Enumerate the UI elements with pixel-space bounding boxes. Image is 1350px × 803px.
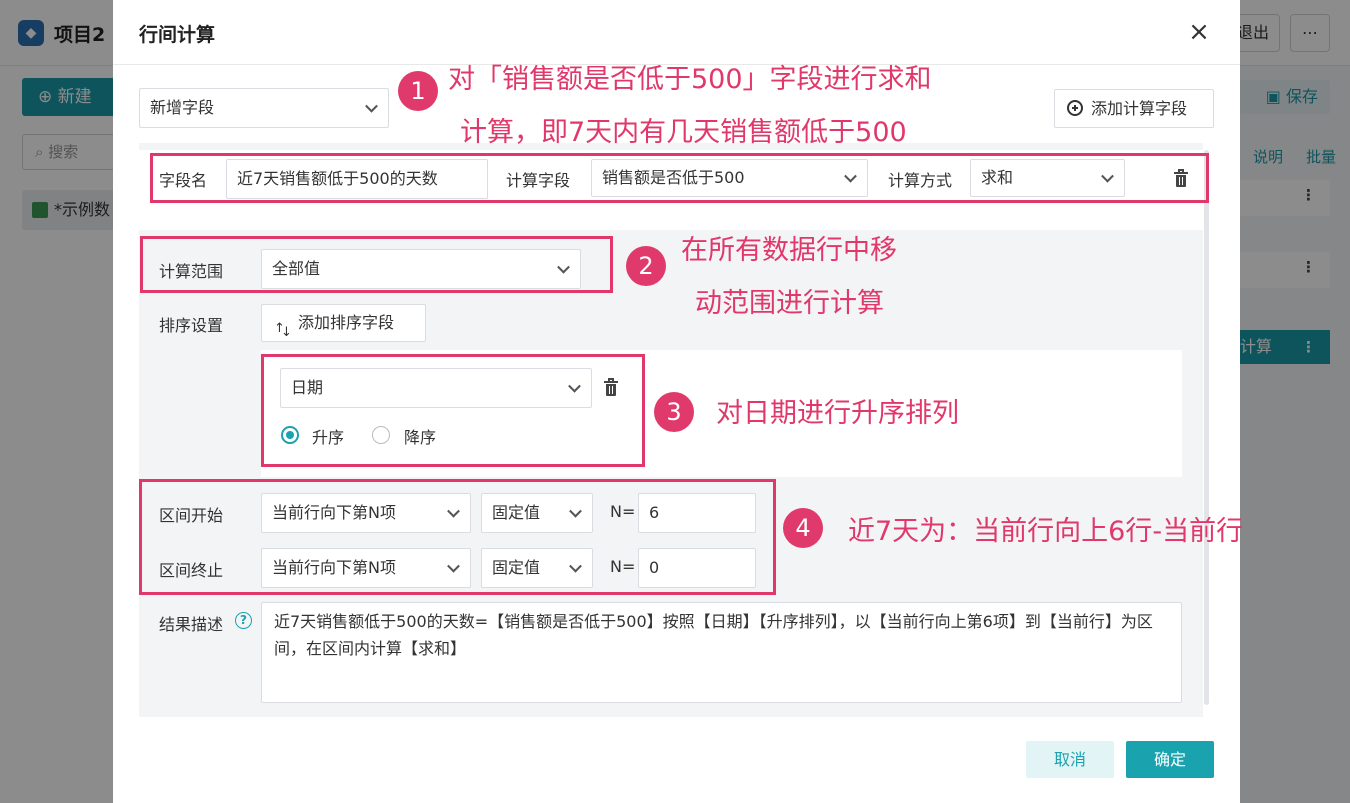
calc-method-label: 计算方式 bbox=[888, 171, 953, 190]
chevron-down-icon bbox=[447, 559, 460, 573]
panel-scrollbar[interactable] bbox=[1204, 150, 1209, 705]
interval-end-label: 区间终止 bbox=[159, 561, 224, 580]
interval-start-direction-select[interactable]: 当前行向下第N项 bbox=[261, 493, 471, 533]
annotation-note-2a: 在所有数据行中移 bbox=[681, 235, 897, 266]
cancel-button[interactable]: 取消 bbox=[1026, 741, 1114, 778]
chevron-down-icon bbox=[557, 260, 570, 274]
confirm-button[interactable]: 确定 bbox=[1126, 741, 1214, 778]
sort-asc-radio[interactable] bbox=[281, 426, 299, 444]
interval-end-direction-select[interactable]: 当前行向下第N项 bbox=[261, 548, 471, 588]
chevron-down-icon bbox=[569, 504, 582, 518]
calc-range-label: 计算范围 bbox=[159, 262, 224, 281]
chevron-down-icon bbox=[365, 99, 378, 113]
chevron-down-icon bbox=[1101, 169, 1114, 183]
interval-start-direction-value: 当前行向下第N项 bbox=[272, 503, 396, 522]
interval-end-type-select[interactable]: 固定值 bbox=[481, 548, 593, 588]
delete-sort-icon[interactable] bbox=[604, 378, 618, 396]
annotation-badge-1: 1 bbox=[398, 71, 438, 111]
sort-field-value: 日期 bbox=[291, 378, 324, 397]
sort-desc-label: 降序 bbox=[404, 428, 437, 447]
delete-field-icon[interactable] bbox=[1174, 169, 1188, 187]
calc-field-select[interactable]: 销售额是否低于500 bbox=[591, 159, 868, 197]
annotation-note-1b: 计算，即7天内有几天销售额低于500 bbox=[460, 117, 907, 148]
annotation-note-2b: 动范围进行计算 bbox=[695, 288, 884, 319]
annotation-badge-4: 4 bbox=[783, 508, 823, 548]
field-mode-value: 新增字段 bbox=[150, 98, 215, 117]
chevron-down-icon bbox=[568, 379, 581, 393]
add-calc-field-label: 添加计算字段 bbox=[1091, 99, 1188, 118]
sort-asc-label: 升序 bbox=[312, 428, 345, 447]
chevron-down-icon bbox=[569, 559, 582, 573]
annotation-badge-3: 3 bbox=[654, 392, 694, 432]
interval-end-type-value: 固定值 bbox=[492, 558, 541, 577]
add-circle-icon bbox=[1067, 100, 1083, 116]
dialog-title: 行间计算 bbox=[139, 24, 216, 46]
interval-end-direction-value: 当前行向下第N项 bbox=[272, 558, 396, 577]
chevron-down-icon bbox=[844, 169, 857, 183]
add-calc-field-button[interactable]: 添加计算字段 bbox=[1054, 89, 1214, 128]
result-desc-label: 结果描述 bbox=[159, 615, 224, 634]
interval-end-n-input[interactable]: 0 bbox=[638, 548, 756, 588]
help-circle-icon[interactable]: ? bbox=[235, 612, 252, 629]
calc-range-value: 全部值 bbox=[272, 259, 321, 278]
annotation-note-3: 对日期进行升序排列 bbox=[716, 398, 959, 429]
annotation-note-4: 近7天为：当前行向上6行-当前行 bbox=[848, 516, 1244, 547]
field-mode-select[interactable]: 新增字段 bbox=[139, 88, 389, 128]
calc-method-select[interactable]: 求和 bbox=[970, 159, 1125, 197]
annotation-badge-2: 2 bbox=[626, 246, 666, 286]
result-description-text: 近7天销售额低于500的天数=【销售额是否低于500】按照【日期】【升序排列】，… bbox=[261, 602, 1182, 703]
field-name-input[interactable]: 近7天销售额低于500的天数 bbox=[226, 159, 488, 199]
add-sort-field-label: 添加排序字段 bbox=[298, 313, 395, 332]
close-icon[interactable]: × bbox=[1185, 18, 1213, 46]
sort-icon bbox=[274, 311, 292, 351]
field-name-label: 字段名 bbox=[159, 171, 208, 190]
calc-range-select[interactable]: 全部值 bbox=[261, 249, 581, 289]
sort-field-select[interactable]: 日期 bbox=[280, 368, 592, 408]
sort-desc-radio[interactable] bbox=[372, 426, 390, 444]
interval-end-n-label: N= bbox=[610, 557, 636, 576]
chevron-down-icon bbox=[447, 504, 460, 518]
interval-start-type-value: 固定值 bbox=[492, 503, 541, 522]
calc-field-value: 销售额是否低于500 bbox=[602, 168, 745, 187]
interval-start-n-input[interactable]: 6 bbox=[638, 493, 756, 533]
add-sort-field-button[interactable]: 添加排序字段 bbox=[261, 304, 426, 351]
calc-method-value: 求和 bbox=[981, 168, 1014, 187]
interval-start-type-select[interactable]: 固定值 bbox=[481, 493, 593, 533]
interval-start-label: 区间开始 bbox=[159, 506, 224, 525]
annotation-note-1a: 对「销售额是否低于500」字段进行求和 bbox=[448, 64, 932, 95]
calc-field-label: 计算字段 bbox=[506, 171, 571, 190]
interval-start-n-label: N= bbox=[610, 502, 636, 521]
sort-settings-label: 排序设置 bbox=[159, 316, 224, 335]
